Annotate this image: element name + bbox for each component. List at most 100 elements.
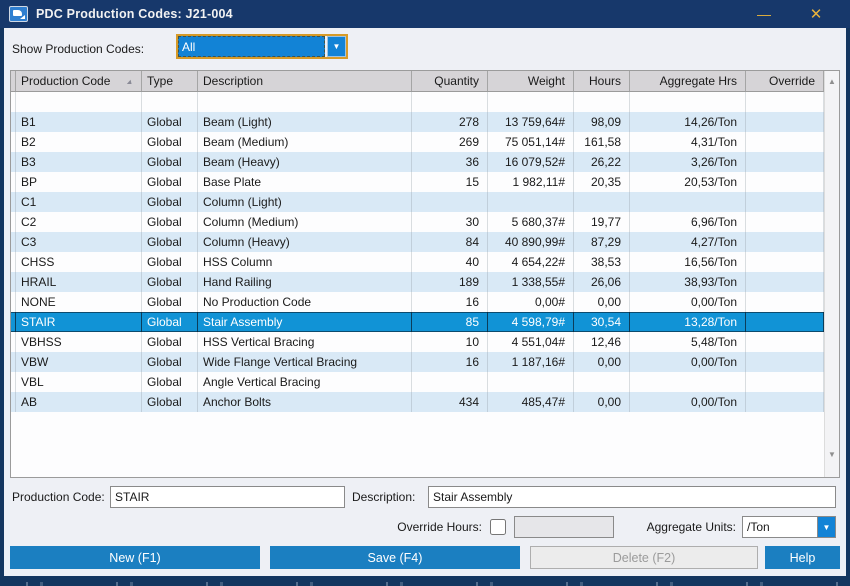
cell-type[interactable]: Global bbox=[142, 372, 198, 392]
cell-aggregate-hrs[interactable] bbox=[630, 372, 746, 392]
cell-hours[interactable]: 98,09 bbox=[574, 112, 630, 132]
table-row[interactable] bbox=[11, 92, 824, 112]
cell-production-code[interactable]: HRAIL bbox=[16, 272, 142, 292]
cell-hours[interactable]: 26,06 bbox=[574, 272, 630, 292]
cell-hours[interactable] bbox=[574, 372, 630, 392]
cell-quantity[interactable]: 10 bbox=[412, 332, 488, 352]
cell-type[interactable]: Global bbox=[142, 172, 198, 192]
cell-hours[interactable]: 0,00 bbox=[574, 292, 630, 312]
cell-quantity[interactable]: 30 bbox=[412, 212, 488, 232]
cell-type[interactable]: Global bbox=[142, 312, 198, 332]
cell-quantity[interactable]: 85 bbox=[412, 312, 488, 332]
cell-override[interactable] bbox=[746, 312, 824, 332]
cell-description[interactable]: Stair Assembly bbox=[198, 312, 412, 332]
cell-description[interactable] bbox=[198, 92, 412, 112]
cell-hours[interactable] bbox=[574, 92, 630, 112]
cell-production-code[interactable]: VBW bbox=[16, 352, 142, 372]
cell-aggregate-hrs[interactable]: 4,31/Ton bbox=[630, 132, 746, 152]
cell-override[interactable] bbox=[746, 172, 824, 192]
cell-description[interactable]: Column (Heavy) bbox=[198, 232, 412, 252]
cell-override[interactable] bbox=[746, 292, 824, 312]
column-header-type[interactable]: Type bbox=[142, 71, 198, 91]
table-row[interactable]: VBLGlobalAngle Vertical Bracing bbox=[11, 372, 824, 392]
table-row[interactable]: NONEGlobalNo Production Code160,00#0,000… bbox=[11, 292, 824, 312]
cell-type[interactable]: Global bbox=[142, 352, 198, 372]
table-row[interactable]: B1GlobalBeam (Light)27813 759,64#98,0914… bbox=[11, 112, 824, 132]
cell-quantity[interactable]: 84 bbox=[412, 232, 488, 252]
cell-weight[interactable] bbox=[488, 92, 574, 112]
cell-production-code[interactable]: AB bbox=[16, 392, 142, 412]
column-header-override[interactable]: Override bbox=[746, 71, 824, 91]
cell-description[interactable]: Angle Vertical Bracing bbox=[198, 372, 412, 392]
cell-override[interactable] bbox=[746, 392, 824, 412]
table-row[interactable]: B3GlobalBeam (Heavy)3616 079,52#26,223,2… bbox=[11, 152, 824, 172]
cell-type[interactable]: Global bbox=[142, 292, 198, 312]
cell-production-code[interactable]: STAIR bbox=[16, 312, 142, 332]
column-header-production-code[interactable]: Production Code ▲ bbox=[16, 71, 142, 91]
scroll-up-icon[interactable]: ▲ bbox=[825, 74, 839, 88]
cell-override[interactable] bbox=[746, 352, 824, 372]
cell-weight[interactable]: 5 680,37# bbox=[488, 212, 574, 232]
table-row[interactable]: B2GlobalBeam (Medium)26975 051,14#161,58… bbox=[11, 132, 824, 152]
cell-weight[interactable]: 0,00# bbox=[488, 292, 574, 312]
cell-production-code[interactable]: BP bbox=[16, 172, 142, 192]
cell-production-code[interactable]: NONE bbox=[16, 292, 142, 312]
cell-aggregate-hrs[interactable]: 0,00/Ton bbox=[630, 392, 746, 412]
cell-description[interactable]: Base Plate bbox=[198, 172, 412, 192]
cell-hours[interactable]: 19,77 bbox=[574, 212, 630, 232]
table-row[interactable]: BPGlobalBase Plate151 982,11#20,3520,53/… bbox=[11, 172, 824, 192]
cell-hours[interactable]: 87,29 bbox=[574, 232, 630, 252]
table-row[interactable]: C3GlobalColumn (Heavy)8440 890,99#87,294… bbox=[11, 232, 824, 252]
column-header-hours[interactable]: Hours bbox=[574, 71, 630, 91]
cell-production-code[interactable] bbox=[16, 92, 142, 112]
cell-override[interactable] bbox=[746, 232, 824, 252]
cell-aggregate-hrs[interactable]: 5,48/Ton bbox=[630, 332, 746, 352]
cell-weight[interactable]: 1 982,11# bbox=[488, 172, 574, 192]
cell-weight[interactable]: 1 187,16# bbox=[488, 352, 574, 372]
cell-hours[interactable]: 0,00 bbox=[574, 392, 630, 412]
cell-weight[interactable] bbox=[488, 192, 574, 212]
cell-hours[interactable] bbox=[574, 192, 630, 212]
cell-quantity[interactable] bbox=[412, 192, 488, 212]
cell-type[interactable]: Global bbox=[142, 392, 198, 412]
cell-description[interactable]: HSS Column bbox=[198, 252, 412, 272]
cell-weight[interactable]: 40 890,99# bbox=[488, 232, 574, 252]
cell-description[interactable]: Beam (Light) bbox=[198, 112, 412, 132]
show-production-codes-value[interactable]: All bbox=[178, 36, 325, 57]
save-button[interactable]: Save (F4) bbox=[270, 546, 520, 569]
cell-aggregate-hrs[interactable]: 6,96/Ton bbox=[630, 212, 746, 232]
cell-type[interactable]: Global bbox=[142, 212, 198, 232]
cell-override[interactable] bbox=[746, 192, 824, 212]
cell-production-code[interactable]: C2 bbox=[16, 212, 142, 232]
cell-override[interactable] bbox=[746, 152, 824, 172]
cell-description[interactable]: Beam (Medium) bbox=[198, 132, 412, 152]
cell-aggregate-hrs[interactable]: 38,93/Ton bbox=[630, 272, 746, 292]
cell-production-code[interactable]: B3 bbox=[16, 152, 142, 172]
cell-aggregate-hrs[interactable]: 0,00/Ton bbox=[630, 352, 746, 372]
column-header-weight[interactable]: Weight bbox=[488, 71, 574, 91]
description-input[interactable] bbox=[428, 486, 836, 508]
production-code-input[interactable] bbox=[110, 486, 345, 508]
cell-hours[interactable]: 20,35 bbox=[574, 172, 630, 192]
cell-description[interactable]: No Production Code bbox=[198, 292, 412, 312]
cell-aggregate-hrs[interactable]: 14,26/Ton bbox=[630, 112, 746, 132]
cell-aggregate-hrs[interactable] bbox=[630, 92, 746, 112]
cell-aggregate-hrs[interactable]: 0,00/Ton bbox=[630, 292, 746, 312]
cell-type[interactable] bbox=[142, 92, 198, 112]
table-row[interactable]: HRAILGlobalHand Railing1891 338,55#26,06… bbox=[11, 272, 824, 292]
cell-weight[interactable]: 16 079,52# bbox=[488, 152, 574, 172]
cell-hours[interactable]: 0,00 bbox=[574, 352, 630, 372]
cell-production-code[interactable]: C1 bbox=[16, 192, 142, 212]
cell-quantity[interactable]: 40 bbox=[412, 252, 488, 272]
cell-production-code[interactable]: VBHSS bbox=[16, 332, 142, 352]
cell-aggregate-hrs[interactable]: 4,27/Ton bbox=[630, 232, 746, 252]
cell-override[interactable] bbox=[746, 212, 824, 232]
cell-description[interactable]: HSS Vertical Bracing bbox=[198, 332, 412, 352]
cell-override[interactable] bbox=[746, 132, 824, 152]
override-hours-checkbox[interactable] bbox=[490, 519, 506, 535]
cell-production-code[interactable]: B2 bbox=[16, 132, 142, 152]
cell-production-code[interactable]: C3 bbox=[16, 232, 142, 252]
cell-hours[interactable]: 26,22 bbox=[574, 152, 630, 172]
vertical-scrollbar[interactable]: ▲ ▼ bbox=[824, 71, 839, 477]
cell-type[interactable]: Global bbox=[142, 252, 198, 272]
